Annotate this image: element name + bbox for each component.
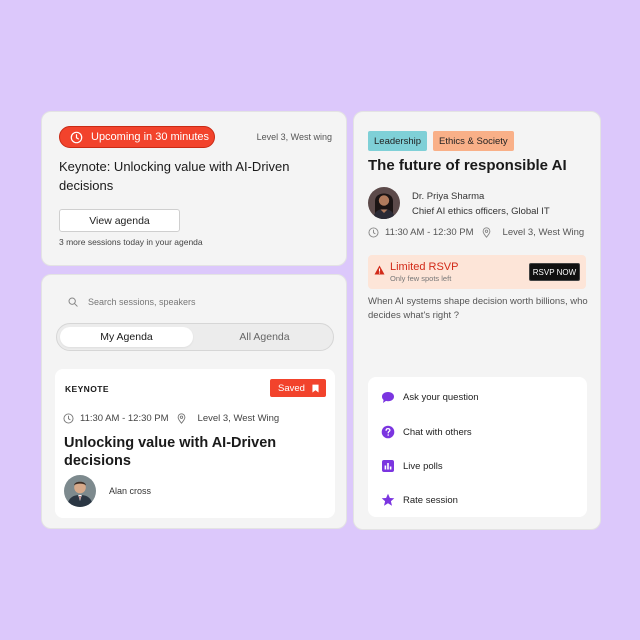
saved-label: Saved: [278, 382, 305, 394]
location-pin-icon: [482, 227, 490, 238]
help-circle-icon: [381, 425, 395, 439]
clock-icon: [368, 227, 379, 238]
star-icon: [381, 493, 395, 506]
rsvp-subtitle: Only few spots left: [390, 274, 452, 283]
chat-with-others-action[interactable]: Chat with others: [381, 425, 472, 439]
bar-chart-icon: [382, 460, 394, 472]
rate-session-action[interactable]: Rate session: [381, 493, 458, 507]
action-label: Rate session: [403, 494, 458, 506]
speaker-role: Chief AI ethics officers, Global IT: [412, 206, 550, 217]
upcoming-status-label: Upcoming in 30 minutes: [91, 131, 210, 143]
session-title: Unlocking value with AI-Driven decisions: [64, 435, 277, 469]
speaker-name: Dr. Priya Sharma: [412, 191, 485, 202]
warning-icon: [374, 265, 385, 275]
more-sessions-note: 3 more sessions today in your agenda: [59, 237, 203, 247]
session-card[interactable]: KEYNOTE Saved 11:30 AM - 12:30 PM Level …: [55, 369, 335, 518]
upcoming-status-pill: Upcoming in 30 minutes: [59, 126, 215, 148]
rsvp-now-button[interactable]: RSVP NOW: [529, 263, 580, 281]
detail-time: 11:30 AM - 12:30 PM: [385, 227, 474, 238]
session-meta: 11:30 AM - 12:30 PM Level 3, West Wing: [63, 413, 279, 424]
bookmark-icon: [312, 384, 319, 392]
session-type-label: KEYNOTE: [65, 384, 109, 394]
chat-bubble-icon: [382, 392, 394, 403]
rsvp-banner: Limited RSVP Only few spots left RSVP NO…: [368, 255, 586, 289]
agenda-tabs: My Agenda All Agenda: [56, 323, 334, 351]
saved-button[interactable]: Saved: [270, 379, 326, 397]
location-pin-icon: [177, 413, 185, 424]
tab-my-agenda[interactable]: My Agenda: [60, 327, 193, 347]
actions-list: Ask your question Chat with others Live …: [368, 377, 587, 517]
upcoming-session-card: Upcoming in 30 minutes Level 3, West win…: [41, 111, 347, 266]
speaker-name: Alan cross: [109, 486, 152, 496]
detail-title: The future of responsible AI: [368, 157, 567, 174]
action-label: Live polls: [403, 460, 443, 472]
session-location: Level 3, West Wing: [197, 413, 280, 424]
rsvp-title: Limited RSVP: [390, 261, 459, 273]
search-placeholder: Search sessions, speakers: [88, 297, 196, 307]
agenda-card: Search sessions, speakers My Agenda All …: [41, 274, 347, 529]
upcoming-location: Level 3, West wing: [256, 132, 332, 142]
avatar: [64, 475, 96, 507]
session-detail-card: Leadership Ethics & Society The future o…: [353, 111, 601, 530]
tag-leadership[interactable]: Leadership: [368, 131, 428, 151]
detail-location: Level 3, West Wing: [502, 227, 585, 238]
search-icon: [68, 297, 78, 307]
search-input[interactable]: Search sessions, speakers: [68, 297, 196, 307]
live-polls-action[interactable]: Live polls: [381, 459, 443, 473]
tag-ethics-society[interactable]: Ethics & Society: [433, 131, 514, 151]
action-label: Ask your question: [403, 392, 479, 403]
detail-description: When AI systems shape decision worth bil…: [368, 296, 588, 321]
view-agenda-button[interactable]: View agenda: [59, 209, 180, 232]
clock-icon: [70, 131, 83, 143]
clock-icon: [63, 413, 74, 424]
detail-meta: 11:30 AM - 12:30 PM Level 3, West Wing: [368, 227, 584, 238]
tab-all-agenda[interactable]: All Agenda: [198, 327, 331, 347]
action-label: Chat with others: [403, 426, 472, 438]
ask-question-action[interactable]: Ask your question: [381, 391, 479, 404]
session-time: 11:30 AM - 12:30 PM: [80, 413, 169, 424]
upcoming-title: Keynote: Unlocking value with AI-Driven …: [59, 159, 290, 193]
avatar: [368, 187, 400, 219]
